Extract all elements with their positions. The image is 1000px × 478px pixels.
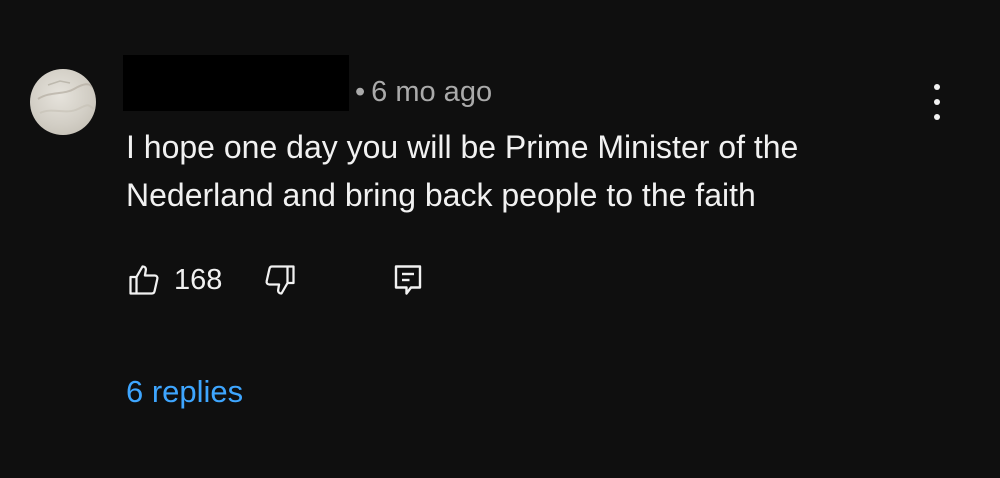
view-replies-link[interactable]: 6 replies: [126, 373, 243, 411]
comment-meta: • 6 mo ago: [355, 74, 492, 110]
reply-button[interactable]: [390, 262, 426, 298]
comment-timestamp[interactable]: 6 mo ago: [371, 76, 492, 108]
more-vert-icon-dot: [934, 114, 940, 120]
like-count: 168: [174, 264, 223, 296]
thumbs-down-icon: [265, 265, 296, 295]
more-vert-icon-dot: [934, 84, 940, 90]
dislike-button[interactable]: [262, 262, 298, 298]
avatar-image-icon: [37, 80, 95, 114]
more-options-button[interactable]: [922, 84, 952, 120]
like-button[interactable]: [126, 262, 162, 298]
thumbs-up-icon: [129, 265, 159, 295]
comment-text: I hope one day you will be Prime Ministe…: [126, 123, 926, 219]
reply-comment-icon: [395, 265, 422, 295]
comment-thread: • 6 mo ago I hope one day you will be Pri…: [0, 0, 1000, 478]
comment-actions: 168: [126, 260, 426, 300]
comment-text-line: Nederland and bring back people to the f…: [126, 177, 756, 213]
more-vert-icon-dot: [934, 99, 940, 105]
author-name-redacted[interactable]: [123, 55, 349, 111]
meta-separator: •: [355, 76, 366, 108]
comment-text-line: I hope one day you will be Prime Ministe…: [126, 129, 799, 165]
avatar[interactable]: [30, 69, 96, 135]
